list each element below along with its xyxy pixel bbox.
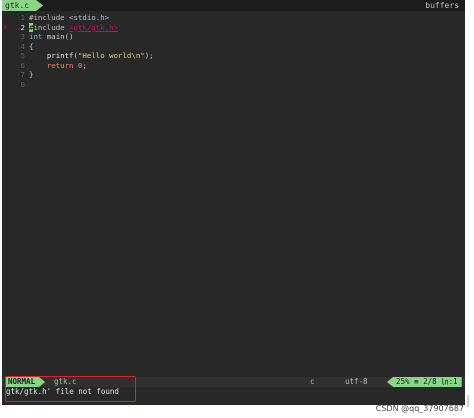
code-token: ; <box>82 60 87 70</box>
code-token: } <box>29 70 34 79</box>
code-line[interactable]: 7} <box>2 70 465 80</box>
error-highlight-box <box>5 376 136 402</box>
buffers-label[interactable]: buffers <box>425 0 459 11</box>
line-number: 6 <box>20 60 25 70</box>
code-line[interactable]: 1 #include <stdio.h> <box>2 13 465 23</box>
code-line[interactable]: 8 <box>2 80 465 90</box>
code-token: "Hello world\n" <box>77 51 145 60</box>
line-number: 8 <box>20 79 25 89</box>
editor-area[interactable]: 1 #include <stdio.h> ✗ 2 #include <gtk/gtk.h… <box>2 11 465 376</box>
code-token: #include <stdio.h> <box>29 13 110 22</box>
code-text: return 0; <box>29 61 87 71</box>
status-encoding: utf-8 <box>345 377 368 386</box>
line-number: 1 <box>20 13 25 22</box>
code-token: printf <box>46 51 74 60</box>
code-line[interactable]: 4{ <box>2 42 465 52</box>
line-number: 7 <box>20 70 25 79</box>
code-line[interactable]: 6 return 0; <box>2 61 465 71</box>
code-token: <gtk/gtk.h> <box>69 22 119 32</box>
position-text: 25% ≡ 2/8 ㏑:1 <box>396 377 458 386</box>
vim-window: gtk.c buffers 1 #include <stdio.h> ✗ 2 #incl… <box>2 0 465 405</box>
code-token: { <box>29 41 34 51</box>
code-line[interactable]: 5 printf("Hello world\n"); <box>2 51 465 61</box>
status-position: 25% ≡ 2/8 ㏑:1 <box>387 377 462 387</box>
code-text: int main() <box>29 32 74 42</box>
code-text: #include <stdio.h> <box>29 13 109 23</box>
line-number: 5 <box>20 51 25 60</box>
code-text: #include <gtk/gtk.h> <box>29 22 119 33</box>
code-text: printf("Hello world\n"); <box>29 51 154 61</box>
code-text: { <box>29 42 33 52</box>
status-filetype: c <box>310 377 315 386</box>
code-token: main() <box>42 32 74 41</box>
line-number: 4 <box>20 41 25 51</box>
code-token: ); <box>144 51 154 60</box>
code-token: return <box>46 60 74 70</box>
line-number: 3 <box>20 32 25 41</box>
code-text: } <box>29 70 33 80</box>
code-token: int <box>29 32 43 41</box>
edge-mark <box>467 395 469 407</box>
line-number: 2 <box>20 22 25 32</box>
tab-gtk-c[interactable]: gtk.c <box>2 0 43 11</box>
code-line[interactable]: ✗ 2 #include <gtk/gtk.h> <box>2 22 465 33</box>
code-token: include <box>33 22 70 32</box>
csdn-watermark: CSDN @qq_37907687 <box>375 404 464 413</box>
tabline: gtk.c buffers <box>2 0 465 11</box>
code-line[interactable]: 3 int main() <box>2 32 465 42</box>
